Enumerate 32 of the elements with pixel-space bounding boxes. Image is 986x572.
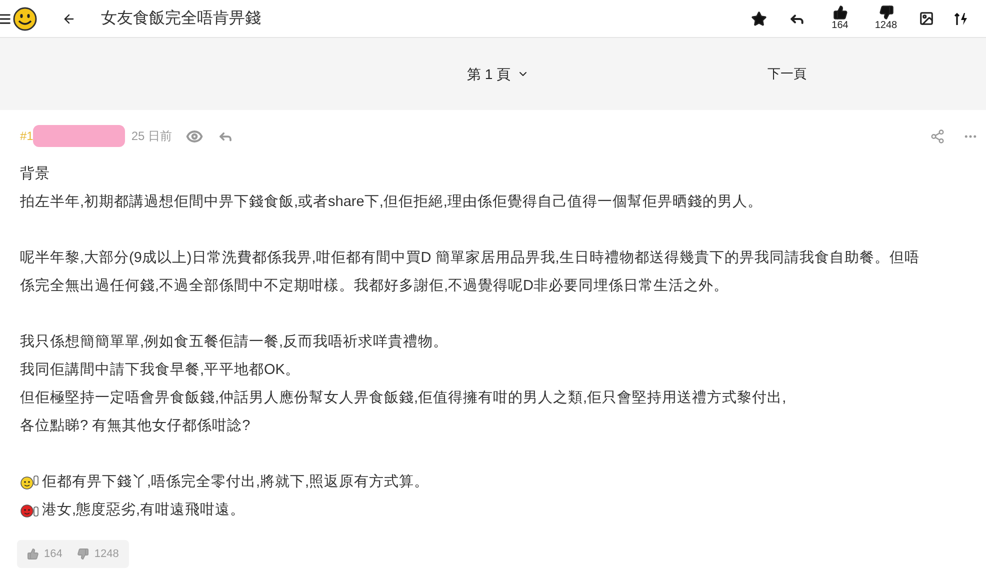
post-text-line: 但佢極堅持一定唔會畀食飯錢,仲話男人應份幫女人畀食飯錢,佢值得擁有咁的男人之類,佢只會堅持用送禮方式黎付出, (20, 388, 788, 408)
thumbs-up-icon[interactable] (832, 5, 848, 20)
post-number: #1 (20, 128, 34, 145)
thumbs-up-icon[interactable] (27, 548, 39, 560)
like-count: 164 (832, 20, 848, 32)
thumbs-down-icon[interactable] (878, 5, 894, 20)
poll-option-text: 佢都有畀下錢丫,唔係完全零付出,將就下,照返原有方式算。 (42, 472, 430, 492)
post-text-line: 背景 (20, 165, 51, 184)
like-count: 164 (44, 546, 62, 562)
thread-title: 女友食飯完全唔肯畀錢 (101, 8, 261, 28)
post-text-line: 我只係想簡簡單單,例如食五餐佢請一餐,反而我唔祈求咩貴禮物。 (20, 332, 450, 352)
page-selector[interactable]: 第 1 頁 (467, 64, 529, 84)
smiley-thumb-icon (20, 474, 40, 490)
post-time: 25 日前 (131, 128, 172, 145)
menu-icon[interactable] (0, 12, 12, 26)
sort-icon[interactable] (954, 12, 968, 26)
smiley-logo-icon[interactable] (13, 6, 37, 30)
post-text-line: 呢半年黎,大部分(9成以上)日常洗費都係我畀,咁佢都有間中買D 簡單家居用品畀我,生日時禮物都送得幾貴下的畀我同請我食自助餐。但唔 (20, 248, 920, 268)
share-icon[interactable] (930, 128, 945, 144)
post-text-line: 各位點睇? 有無其他女仔都係咁諗? (20, 417, 252, 436)
star-icon[interactable] (751, 10, 767, 26)
thumbs-down-icon[interactable] (77, 548, 90, 560)
post-text-line: 拍左半年,初期都講過想佢間中畀下錢食飯,或者share下,但佢拒絕,理由係佢覺得自己值得一個幫佢畀晒錢的男人。 (20, 192, 764, 212)
angry-thumb-icon (20, 502, 40, 518)
dislike-count: 1248 (874, 20, 898, 32)
image-icon[interactable] (919, 11, 934, 26)
next-page-link[interactable]: 下一頁 (768, 64, 807, 84)
poll-option-text: 港女,態度惡劣,有咁遠飛咁遠。 (42, 500, 246, 520)
post-text-line: 我同佢講間中請下我食早餐,平平地都OK。 (20, 361, 301, 380)
post-text-line: 係完全無出過任何錢,不過全部係間中不定期咁樣。我都好多謝佢,不過覺得呢D非必要同埋係日常生活之外。 (20, 276, 730, 296)
eye-icon[interactable] (186, 128, 204, 144)
dislike-count: 1248 (94, 546, 119, 562)
